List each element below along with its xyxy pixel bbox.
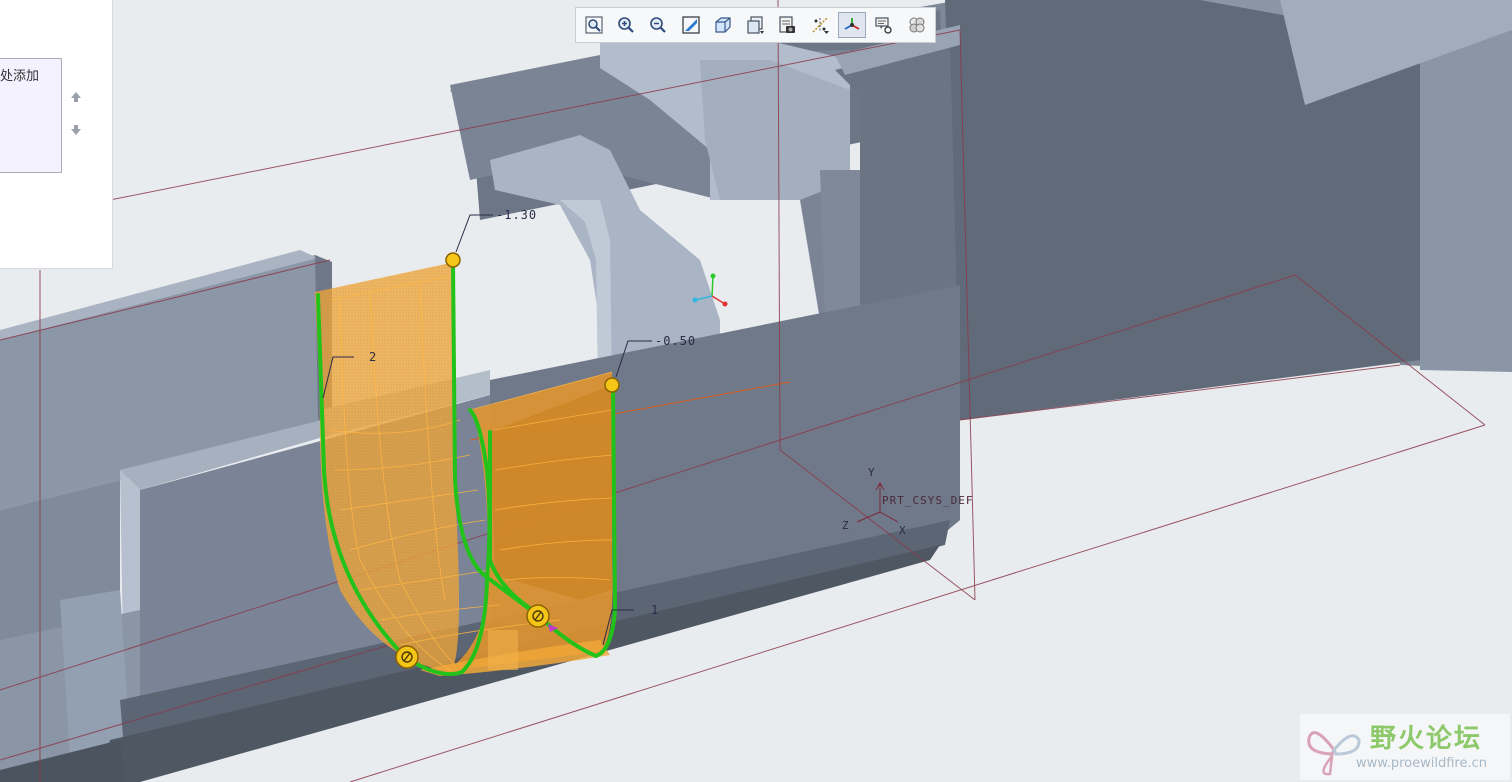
point-top	[445, 252, 461, 268]
csys-axis-y-label: Y	[868, 466, 876, 479]
butterfly-logo-icon	[1307, 731, 1361, 776]
reference-listbox[interactable]: 处添加	[0, 58, 62, 173]
appearance-gallery-icon[interactable]	[903, 12, 931, 38]
annotation-display-icon[interactable]	[870, 12, 898, 38]
reference-list-item[interactable]: 处添加	[0, 65, 40, 84]
csys-name-label: PRT_CSYS_DEF	[882, 494, 974, 507]
watermark-title: 野火论坛	[1370, 724, 1483, 754]
arrow-down-icon[interactable]	[68, 124, 84, 140]
watermark-url: www.proewildfire.cn	[1356, 756, 1487, 771]
csys-axis-z-label: Z	[842, 519, 850, 532]
dimension-label-top[interactable]: -1.30	[496, 208, 537, 222]
references-panel: 处添加	[0, 0, 113, 269]
repaint-icon[interactable]	[677, 12, 705, 38]
point-right	[604, 377, 620, 393]
model-viewport[interactable]	[0, 0, 1512, 782]
saved-views-icon[interactable]	[741, 12, 769, 38]
zoom-window-icon[interactable]	[580, 12, 608, 38]
view-manager-icon[interactable]	[774, 12, 802, 38]
dimension-label-right[interactable]: -0.50	[655, 334, 696, 348]
spin-center-icon[interactable]	[838, 12, 866, 38]
model-body	[0, 0, 1512, 782]
datum-display-icon[interactable]	[806, 12, 834, 38]
zoom-out-icon[interactable]	[645, 12, 673, 38]
arrow-up-icon[interactable]	[68, 91, 84, 107]
graphics-toolbar	[575, 7, 936, 43]
csys-axis-x-label: X	[899, 524, 907, 537]
dimension-label-left[interactable]: 2	[369, 350, 377, 364]
display-style-icon[interactable]	[709, 12, 737, 38]
zoom-in-icon[interactable]	[612, 12, 640, 38]
forum-watermark: 野火论坛 www.proewildfire.cn	[1300, 714, 1510, 780]
dimension-label-bottom[interactable]: 1	[651, 603, 659, 617]
